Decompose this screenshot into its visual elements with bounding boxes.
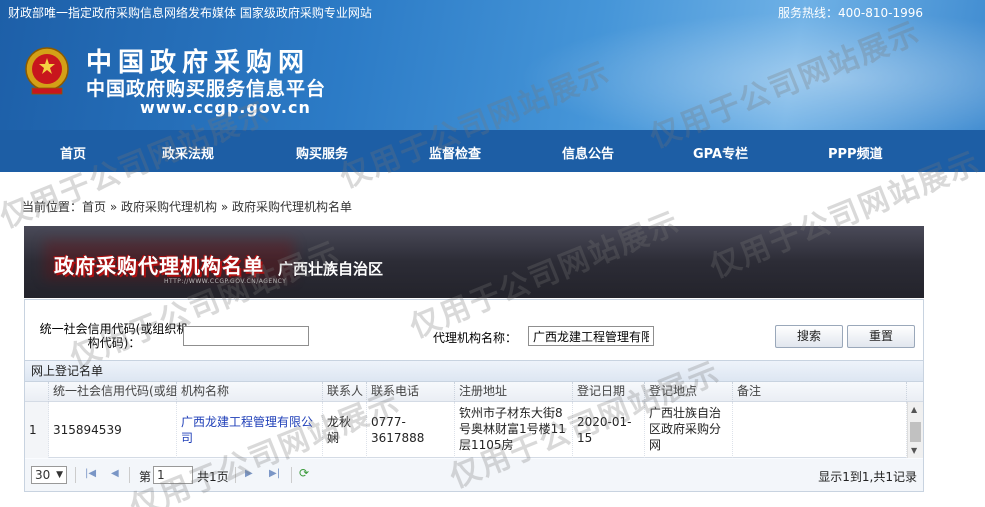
agency-name-input[interactable]	[528, 326, 654, 346]
breadcrumb-agencies[interactable]: 政府采购代理机构	[121, 200, 217, 214]
row-note	[733, 402, 907, 458]
col-contact[interactable]: 联系人	[323, 382, 367, 402]
national-emblem-icon[interactable]	[24, 46, 70, 96]
nav-regulations[interactable]: 政采法规	[162, 143, 214, 162]
search-button[interactable]: 搜索	[775, 325, 843, 348]
row-date: 2020-01-15	[573, 402, 645, 458]
site-url: www.ccgp.gov.cn	[140, 98, 311, 117]
site-subtitle: 中国政府购买服务信息平台	[86, 78, 327, 100]
nav-supervision[interactable]: 监督检查	[429, 143, 481, 162]
row-phone: 0777-3617888	[367, 402, 455, 458]
page-size-select[interactable]: 30 ▼	[31, 466, 67, 484]
banner-title: 政府采购代理机构名单	[54, 254, 264, 278]
nav-announcements[interactable]: 信息公告	[562, 143, 614, 162]
breadcrumb-prefix: 当前位置：	[22, 200, 83, 214]
col-name[interactable]: 机构名称	[177, 382, 323, 402]
breadcrumb-current[interactable]: 政府采购代理机构名单	[232, 200, 352, 214]
search-form: 统一社会信用代码(或组织机构代码)： 代理机构名称： 搜索 重置	[25, 300, 923, 360]
col-code[interactable]: 统一社会信用代码(或组	[49, 382, 177, 402]
prev-page-icon[interactable]: ◀	[111, 468, 119, 479]
page-banner: 政府采购代理机构名单 广西壮族自治区 HTTP://WWW.CCGP.GOV.C…	[24, 226, 924, 298]
service-hotline: 服务热线：400-810-1996	[777, 6, 923, 20]
nav-purchase-services[interactable]: 购买服务	[296, 143, 348, 162]
col-place[interactable]: 登记地点	[645, 382, 733, 402]
col-date[interactable]: 登记日期	[573, 382, 645, 402]
page-size-value: 30	[35, 468, 51, 482]
breadcrumb-separator: »	[106, 200, 122, 214]
table-row[interactable]: 1 315894539 广西龙建工程管理有限公司 龙秋娴 0777-361788…	[25, 402, 923, 458]
col-address[interactable]: 注册地址	[455, 382, 573, 402]
vertical-scrollbar[interactable]: ▲ ▼	[907, 402, 923, 458]
refresh-icon[interactable]: ⟳	[299, 466, 309, 480]
reset-button[interactable]: 重置	[847, 325, 915, 348]
scroll-thumb[interactable]	[910, 422, 921, 442]
site-header: 财政部唯一指定政府采购信息网络发布媒体 国家级政府采购专业网站 服务热线：400…	[0, 0, 985, 130]
nav-ppp[interactable]: PPP频道	[828, 143, 883, 162]
grid-header: 统一社会信用代码(或组 机构名称 联系人 联系电话 注册地址 登记日期 登记地点…	[25, 382, 923, 402]
last-page-icon[interactable]: ▶|	[269, 468, 280, 479]
agency-name-link[interactable]: 广西龙建工程管理有限公司	[181, 414, 318, 446]
code-input[interactable]	[183, 326, 309, 346]
record-summary: 显示1到1,共1记录	[818, 470, 917, 484]
agency-list-panel: 统一社会信用代码(或组织机构代码)： 代理机构名称： 搜索 重置 网上登记名单 …	[24, 299, 924, 492]
first-page-icon[interactable]: |◀	[85, 468, 96, 479]
grid-title: 网上登记名单	[25, 360, 923, 382]
pagination-bar: 30 ▼ |◀ ◀ 第 1 共1页 ▶ ▶| ⟳ 显示1到1,共1记录	[25, 459, 923, 491]
code-label: 统一社会信用代码(或组织机构代码)：	[39, 322, 189, 350]
col-note[interactable]: 备注	[733, 382, 907, 402]
nav-home[interactable]: 首页	[60, 143, 86, 162]
breadcrumb: 当前位置：首页 » 政府采购代理机构 » 政府采购代理机构名单	[22, 198, 352, 215]
name-label: 代理机构名称：	[433, 331, 518, 345]
breadcrumb-home[interactable]: 首页	[82, 200, 106, 214]
page-prefix: 第	[139, 470, 152, 484]
page-number-input[interactable]: 1	[153, 466, 193, 484]
next-page-icon[interactable]: ▶	[245, 468, 253, 479]
scroll-up-icon[interactable]: ▲	[911, 405, 917, 414]
nav-gpa[interactable]: GPA专栏	[693, 143, 748, 162]
breadcrumb-separator: »	[217, 200, 233, 214]
col-index	[25, 382, 49, 402]
site-slogan: 财政部唯一指定政府采购信息网络发布媒体 国家级政府采购专业网站	[8, 6, 372, 20]
banner-region: 广西壮族自治区	[278, 260, 384, 278]
chevron-down-icon: ▼	[56, 470, 63, 480]
row-code: 315894539	[49, 402, 177, 458]
col-phone[interactable]: 联系电话	[367, 382, 455, 402]
row-index: 1	[25, 402, 49, 458]
banner-url: HTTP://WWW.CCGP.GOV.CN/AGENCY	[164, 278, 287, 285]
top-info-bar: 财政部唯一指定政府采购信息网络发布媒体 国家级政府采购专业网站 服务热线：400…	[0, 0, 985, 24]
scroll-down-icon[interactable]: ▼	[911, 446, 917, 455]
row-place: 广西壮族自治区政府采购分网	[645, 402, 733, 458]
row-address: 钦州市子材东大街8号奥林财富1号楼11层1105房	[455, 402, 573, 458]
row-contact: 龙秋娴	[323, 402, 367, 458]
total-pages: 共1页	[197, 470, 229, 484]
main-nav: 首页 政采法规 购买服务 监督检查 信息公告 GPA专栏 PPP频道	[0, 130, 985, 172]
